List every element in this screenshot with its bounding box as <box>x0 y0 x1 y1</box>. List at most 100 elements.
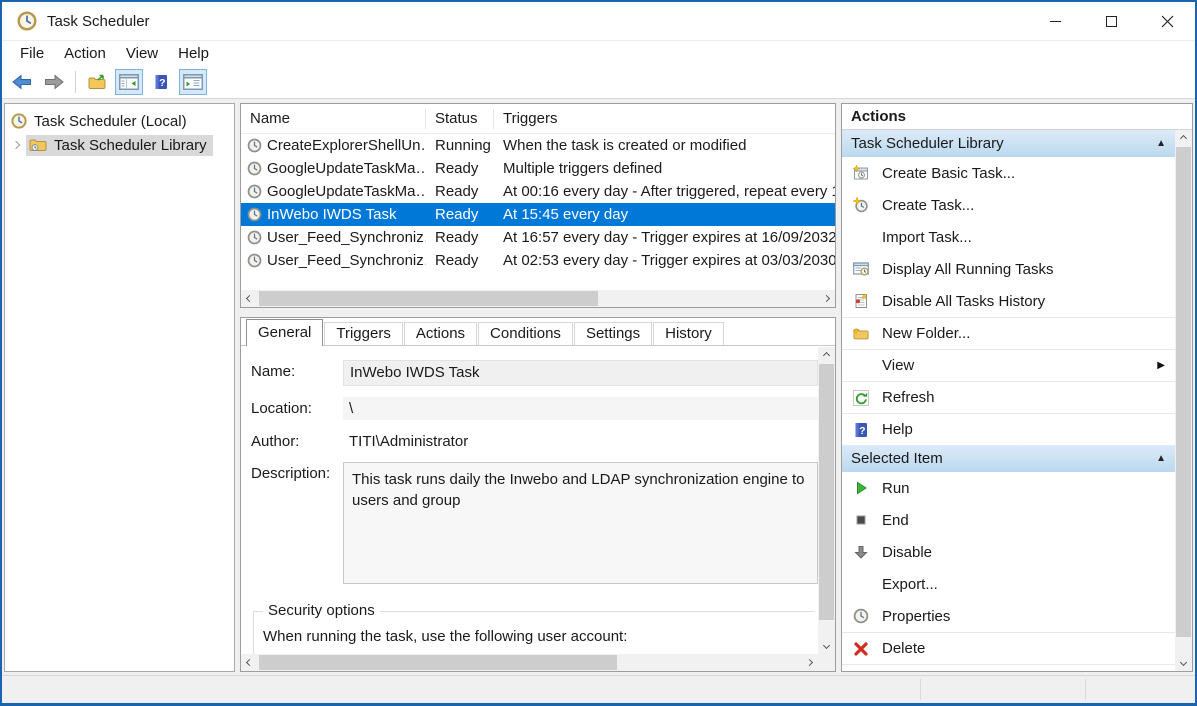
task-list-horizontal-scrollbar[interactable] <box>241 290 835 307</box>
section-header-task-scheduler-library[interactable]: Task Scheduler Library ▲ <box>842 130 1175 157</box>
maximize-icon <box>1106 16 1117 27</box>
action-label: Properties <box>882 608 950 625</box>
table-row[interactable]: User_Feed_Synchroniz… Ready At 16:57 eve… <box>241 226 835 249</box>
tab-triggers[interactable]: Triggers <box>324 322 402 345</box>
create-task-icon <box>853 197 869 213</box>
details-tabs: General Triggers Actions Conditions Sett… <box>241 318 835 346</box>
scroll-left-icon[interactable] <box>241 290 258 307</box>
disable-history-icon <box>853 293 869 309</box>
action-label: View <box>882 357 914 374</box>
tab-settings[interactable]: Settings <box>574 322 652 345</box>
window-title: Task Scheduler <box>47 13 150 30</box>
submenu-arrow-icon: ▶ <box>1157 360 1165 371</box>
actions-vertical-scrollbar[interactable] <box>1175 130 1192 671</box>
scroll-down-icon[interactable] <box>1175 654 1192 671</box>
scrollbar-thumb[interactable] <box>819 364 834 620</box>
action-run[interactable]: Run <box>842 472 1175 504</box>
task-triggers: When the task is created or modified <box>494 137 835 154</box>
actions-panel: Actions Task Scheduler Library ▲ <box>841 103 1193 672</box>
action-label: Disable <box>882 544 932 561</box>
groupbox-border <box>253 611 254 654</box>
task-triggers: At 15:45 every day <box>494 206 835 223</box>
clock-icon <box>11 113 27 129</box>
name-field: InWebo IWDS Task <box>343 360 818 386</box>
action-disable[interactable]: Disable <box>842 536 1175 568</box>
menu-view[interactable]: View <box>116 43 168 65</box>
location-label: Location: <box>251 397 343 420</box>
tab-history[interactable]: History <box>653 322 724 345</box>
column-header-triggers[interactable]: Triggers <box>494 109 835 129</box>
action-disable-all-tasks-history[interactable]: Disable All Tasks History <box>842 285 1175 317</box>
tab-general[interactable]: General <box>246 319 323 346</box>
scroll-left-icon[interactable] <box>241 654 258 671</box>
action-import-task[interactable]: Import Task... <box>842 221 1175 253</box>
action-export[interactable]: Export... <box>842 568 1175 600</box>
task-name: GoogleUpdateTaskMa… <box>267 183 426 200</box>
scroll-up-icon[interactable] <box>1175 130 1192 147</box>
tab-conditions[interactable]: Conditions <box>478 322 573 345</box>
tab-actions[interactable]: Actions <box>404 322 477 345</box>
back-button[interactable] <box>8 69 36 95</box>
help-button[interactable] <box>147 69 175 95</box>
column-header-name[interactable]: Name <box>241 109 426 129</box>
action-pane-icon <box>183 74 203 90</box>
action-delete[interactable]: Delete <box>842 632 1175 664</box>
table-row-selected[interactable]: InWebo IWDS Task Ready At 15:45 every da… <box>241 203 835 226</box>
minimize-button[interactable] <box>1027 2 1083 40</box>
scrollbar-thumb[interactable] <box>1176 147 1191 637</box>
action-properties[interactable]: Properties <box>842 600 1175 632</box>
column-header-status[interactable]: Status <box>426 109 494 129</box>
main-area: Task Scheduler (Local) Task Scheduler Li… <box>2 99 1195 675</box>
task-status: Ready <box>426 206 494 223</box>
show-action-pane-button[interactable] <box>179 69 207 95</box>
task-clock-icon <box>247 184 262 199</box>
properties-clock-icon <box>853 608 869 624</box>
description-field: This task runs daily the Inwebo and LDAP… <box>343 462 818 584</box>
scrollbar-thumb[interactable] <box>259 291 598 306</box>
section-header-label: Selected Item <box>851 450 943 467</box>
folder-arrow-icon <box>87 74 107 90</box>
tree-library-label: Task Scheduler Library <box>54 137 207 154</box>
scroll-right-icon[interactable] <box>818 290 835 307</box>
action-create-basic-task[interactable]: Create Basic Task... <box>842 157 1175 189</box>
action-refresh[interactable]: Refresh <box>842 381 1175 413</box>
action-end[interactable]: End <box>842 504 1175 536</box>
scroll-down-icon[interactable] <box>818 637 835 654</box>
section-header-selected-item[interactable]: Selected Item ▲ <box>842 445 1175 472</box>
show-console-tree-button[interactable] <box>115 69 143 95</box>
scrollbar-thumb[interactable] <box>259 655 617 670</box>
action-view[interactable]: View ▶ <box>842 349 1175 381</box>
details-vertical-scrollbar[interactable] <box>818 347 835 654</box>
menu-help[interactable]: Help <box>168 43 219 65</box>
export-folder-button[interactable] <box>83 69 111 95</box>
action-create-task[interactable]: Create Task... <box>842 189 1175 221</box>
display-running-tasks-icon <box>853 261 869 277</box>
expander-chevron-icon[interactable] <box>12 141 20 149</box>
action-help[interactable]: Help <box>842 413 1175 445</box>
forward-button[interactable] <box>40 69 68 95</box>
menu-action[interactable]: Action <box>54 43 116 65</box>
menu-file[interactable]: File <box>10 43 54 65</box>
scroll-right-icon[interactable] <box>801 654 818 671</box>
table-row[interactable]: CreateExplorerShellUn… Running When the … <box>241 134 835 157</box>
tree-root-task-scheduler-local[interactable]: Task Scheduler (Local) <box>5 109 234 133</box>
table-row[interactable]: GoogleUpdateTaskMa… Ready Multiple trigg… <box>241 157 835 180</box>
tree-item-task-scheduler-library[interactable]: Task Scheduler Library <box>5 133 234 157</box>
action-help-selected[interactable]: Help <box>842 664 1175 671</box>
action-display-all-running-tasks[interactable]: Display All Running Tasks <box>842 253 1175 285</box>
toolbar-separator <box>75 71 76 93</box>
status-bar <box>2 675 1195 703</box>
table-row[interactable]: GoogleUpdateTaskMa… Ready At 00:16 every… <box>241 180 835 203</box>
close-button[interactable] <box>1139 2 1195 40</box>
table-row[interactable]: User_Feed_Synchroniz… Ready At 02:53 eve… <box>241 249 835 272</box>
menu-bar: File Action View Help <box>2 40 1195 66</box>
action-new-folder[interactable]: New Folder... <box>842 317 1175 349</box>
task-triggers: At 16:57 every day - Trigger expires at … <box>494 229 835 246</box>
console-tree-icon <box>119 74 139 90</box>
scroll-up-icon[interactable] <box>818 347 835 364</box>
task-name: User_Feed_Synchroniz… <box>267 229 426 246</box>
task-clock-icon <box>247 138 262 153</box>
details-horizontal-scrollbar[interactable] <box>241 654 818 671</box>
maximize-button[interactable] <box>1083 2 1139 40</box>
security-options-label: Security options <box>263 602 380 619</box>
